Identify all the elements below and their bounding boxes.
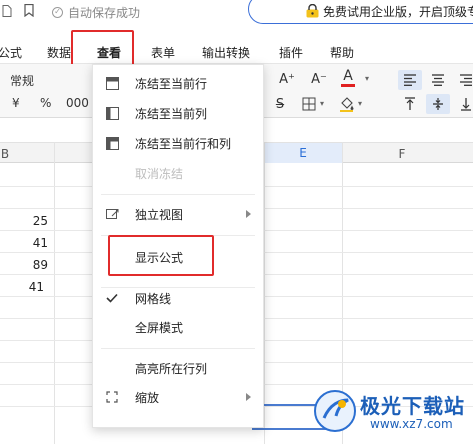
menu-separator [101, 348, 255, 349]
menu-item-freeze-row[interactable]: 冻结至当前行 [93, 69, 263, 97]
cell-value[interactable]: 89 [2, 258, 48, 272]
align-right-button[interactable] [454, 70, 473, 90]
align-top-button[interactable] [398, 94, 422, 114]
freeze-row-column-icon [105, 136, 119, 150]
menu-item-label: 冻结至当前列 [135, 107, 208, 121]
tab-plugins[interactable]: 插件 [279, 44, 303, 61]
number-format-select[interactable]: 常规 [10, 72, 34, 89]
menu-separator [101, 235, 255, 236]
cell-value[interactable]: 41 [2, 236, 48, 250]
fill-color-icon[interactable] [339, 96, 355, 112]
column-header-e-label: E [299, 146, 307, 160]
align-left-button[interactable] [398, 70, 422, 90]
font-color-dropdown-icon[interactable]: ▾ [362, 70, 372, 88]
align-bottom-icon [461, 98, 471, 111]
align-right-icon [460, 74, 472, 86]
decrease-font-button[interactable]: A⁻ [308, 70, 330, 88]
menu-item-freeze-column[interactable]: 冻结至当前列 [93, 99, 263, 127]
title-status-bar: ✓ 自动保存成功 免费试用企业版，开启顶级专 [0, 0, 473, 24]
bookmark-icon[interactable] [24, 4, 34, 17]
tab-data[interactable]: 数据 [47, 44, 71, 61]
align-top-icon [405, 97, 415, 110]
grid-line [264, 142, 265, 444]
menu-separator [101, 194, 255, 195]
fill-color-dropdown-icon[interactable]: ▾ [356, 97, 364, 111]
menu-item-label: 缩放 [135, 391, 160, 405]
cell-value[interactable]: 41 [0, 280, 44, 294]
align-bottom-button[interactable] [454, 94, 473, 114]
freeze-column-icon [105, 106, 119, 120]
view-dropdown-menu: 冻结至当前行 冻结至当前列 冻结至当前行和列 取消冻结 独立视图 显示公式 网格… [92, 64, 264, 428]
currency-format-button[interactable]: ¥ [12, 96, 20, 110]
submenu-arrow-icon [246, 393, 251, 401]
lock-icon [306, 4, 319, 18]
menu-item-independent-view[interactable]: 独立视图 [93, 200, 263, 228]
site-watermark: 极光下载站 www.xz7.com [312, 386, 473, 438]
tab-help[interactable]: 帮助 [330, 44, 354, 61]
save-status: ✓ 自动保存成功 [52, 4, 140, 20]
strikethrough-button[interactable]: S [270, 95, 290, 113]
align-center-button[interactable] [426, 70, 450, 90]
grid-line [54, 142, 55, 444]
align-middle-button[interactable] [426, 94, 450, 114]
menu-item-label: 冻结至当前行和列 [135, 137, 232, 151]
menu-item-show-formula[interactable]: 显示公式 [93, 243, 263, 271]
align-left-icon [404, 74, 416, 86]
border-icon[interactable] [302, 97, 316, 111]
document-icon[interactable] [2, 5, 12, 17]
percent-format-button[interactable]: % [40, 96, 51, 110]
save-check-icon: ✓ [52, 6, 63, 18]
checkmark-icon [105, 291, 119, 305]
watermark-title: 极光下载站 [360, 394, 465, 418]
menu-item-zoom[interactable]: 缩放 [93, 383, 263, 411]
menu-item-highlight-row-col[interactable]: 高亮所在行列 [93, 354, 263, 382]
independent-view-icon [105, 207, 119, 221]
zoom-expand-icon [105, 390, 119, 404]
save-status-text: 自动保存成功 [68, 5, 141, 20]
enterprise-trial-banner[interactable]: 免费试用企业版，开启顶级专 [248, 0, 473, 24]
font-color-swatch [341, 84, 355, 87]
menu-item-label: 取消冻结 [135, 167, 184, 181]
tab-output-convert[interactable]: 输出转换 [202, 44, 250, 61]
freeze-row-icon [105, 76, 119, 90]
menu-tab-bar: 公式 数据 查看 表单 输出转换 插件 帮助 [0, 36, 473, 64]
watermark-url: www.xz7.com [370, 417, 453, 431]
menu-item-gridlines[interactable]: 网格线 [93, 284, 263, 312]
thousands-format-button[interactable]: 000 [66, 96, 89, 110]
menu-item-label: 高亮所在行列 [135, 362, 208, 376]
border-dropdown-icon[interactable]: ▾ [318, 97, 326, 111]
menu-item-label: 冻结至当前行 [135, 77, 208, 91]
align-center-icon [432, 74, 444, 86]
menu-item-label: 网格线 [135, 292, 172, 306]
align-middle-icon [433, 98, 443, 110]
menu-item-freeze-row-column[interactable]: 冻结至当前行和列 [93, 129, 263, 157]
menu-item-unfreeze: 取消冻结 [93, 159, 263, 187]
menu-item-label: 独立视图 [135, 208, 184, 222]
menu-item-fullscreen[interactable]: 全屏模式 [93, 313, 263, 341]
submenu-arrow-icon [246, 210, 251, 218]
menu-item-label: 全屏模式 [135, 321, 184, 335]
column-header-f[interactable]: F [342, 147, 462, 161]
column-header-b[interactable]: B [0, 147, 10, 161]
increase-font-button[interactable]: A⁺ [276, 70, 298, 88]
font-color-glyph: A [343, 68, 353, 84]
tab-form[interactable]: 表单 [151, 44, 175, 61]
watermark-logo-icon [314, 390, 356, 432]
menu-item-label: 显示公式 [135, 251, 184, 265]
font-color-button[interactable]: A [338, 68, 358, 88]
promo-text: 免费试用企业版，开启顶级专 [323, 5, 473, 19]
tab-view[interactable]: 查看 [97, 44, 121, 61]
tab-formula[interactable]: 公式 [0, 44, 22, 61]
cell-value[interactable]: 25 [2, 214, 48, 228]
